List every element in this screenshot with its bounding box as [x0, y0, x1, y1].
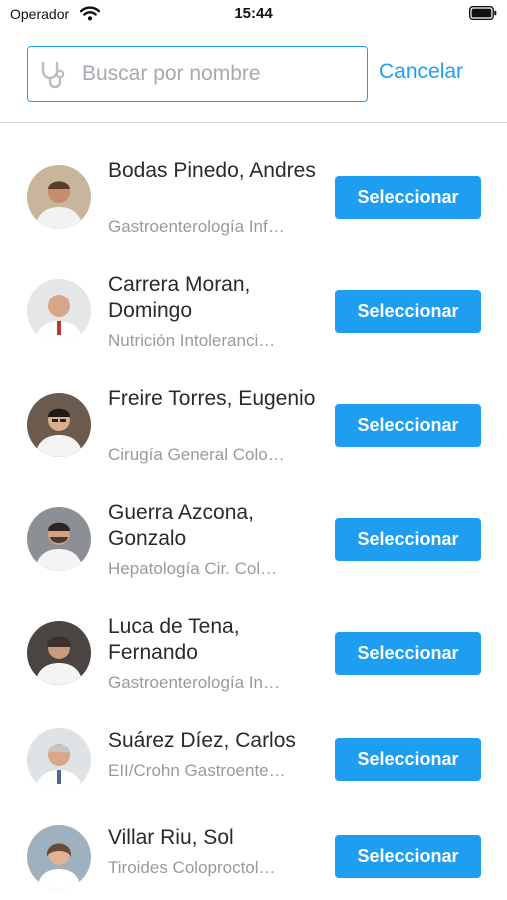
select-doctor-button[interactable]: Seleccionar: [335, 290, 481, 333]
doctor-row: Carrera Moran, Domingo Nutrición Intoler…: [0, 237, 507, 351]
doctor-row: Guerra Azcona, Gonzalo Hepatología Cir. …: [0, 465, 507, 579]
doctor-specialties: Gastroenterología In…: [108, 673, 280, 692]
doctor-row: Villar Riu, Sol Tiroides Coloproctol… Se…: [0, 795, 507, 895]
doctor-avatar: [27, 728, 91, 792]
doctor-avatar: [27, 279, 91, 343]
doctor-row: Suárez Díez, Carlos EII/Crohn Gastroente…: [0, 693, 507, 795]
select-doctor-button[interactable]: Seleccionar: [335, 518, 481, 561]
doctor-name: Suárez Díez, Carlos: [108, 729, 296, 752]
doctor-specialties: Gastroenterología Inf…: [108, 217, 285, 236]
doctor-name: Villar Riu, Sol: [108, 826, 234, 849]
cancel-button[interactable]: Cancelar: [379, 60, 463, 84]
doctor-avatar: [27, 165, 91, 229]
doctor-row: Freire Torres, Eugenio Cirugía General C…: [0, 351, 507, 465]
stethoscope-icon: [38, 59, 70, 91]
doctor-avatar: [27, 825, 91, 889]
doctor-name: Luca de Tena, Fernando: [108, 615, 240, 664]
doctor-specialties: Nutrición Intoleranci…: [108, 331, 276, 350]
select-doctor-button[interactable]: Seleccionar: [335, 632, 481, 675]
doctor-avatar: [27, 621, 91, 685]
select-doctor-button[interactable]: Seleccionar: [335, 835, 481, 878]
doctor-avatar: [27, 507, 91, 571]
doctor-specialties: Tiroides Coloproctol…: [108, 858, 276, 877]
doctor-name: Guerra Azcona, Gonzalo: [108, 501, 254, 550]
battery-icon: [468, 5, 497, 21]
doctor-row: Bodas Pinedo, Andres Gastroenterología I…: [0, 123, 507, 237]
select-doctor-button[interactable]: Seleccionar: [335, 404, 481, 447]
doctor-name: Bodas Pinedo, Andres: [108, 159, 316, 182]
doctor-row: Luca de Tena, Fernando Gastroenterología…: [0, 579, 507, 693]
doctor-name: Carrera Moran, Domingo: [108, 273, 251, 322]
doctor-specialties: Cirugía General Colo…: [108, 445, 285, 464]
clock: 15:44: [234, 5, 273, 22]
doctor-specialties: Hepatología Cir. Col…: [108, 559, 278, 578]
search-input[interactable]: [82, 47, 362, 100]
doctor-specialties: EII/Crohn Gastroente…: [108, 761, 286, 780]
doctor-avatar: [27, 393, 91, 457]
doctor-name: Freire Torres, Eugenio: [108, 387, 316, 410]
doctor-list: Bodas Pinedo, Andres Gastroenterología I…: [0, 123, 507, 895]
select-doctor-button[interactable]: Seleccionar: [335, 738, 481, 781]
select-doctor-button[interactable]: Seleccionar: [335, 176, 481, 219]
search-bar[interactable]: [27, 46, 368, 102]
status-bar: Operador 15:44: [0, 0, 507, 28]
